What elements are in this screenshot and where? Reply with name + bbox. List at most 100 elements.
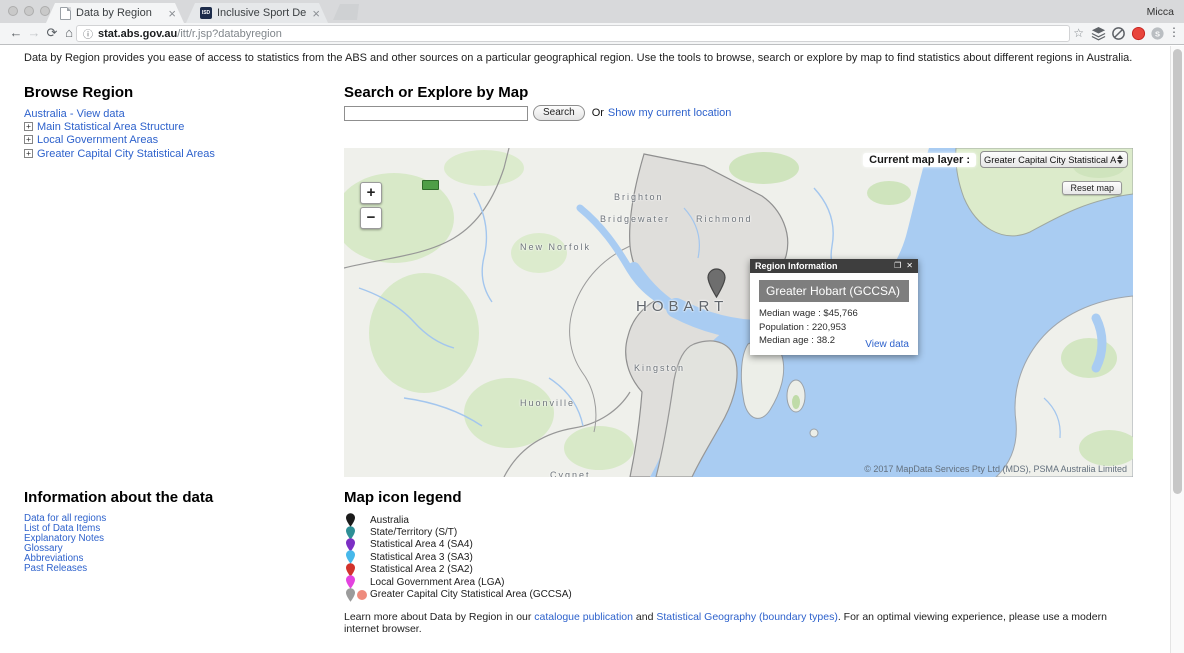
legend-label: Statistical Area 3 (SA3)	[370, 551, 473, 563]
map-label-bridgewater: Bridgewater	[600, 214, 671, 224]
zoom-in-button[interactable]: +	[360, 182, 382, 204]
legend-row-sa2: Statistical Area 2 (SA2)	[344, 563, 572, 577]
tree-item-greater-capital-city-statistical-areas[interactable]: Greater Capital City Statistical Areas	[37, 148, 215, 160]
info-section-title: Information about the data	[24, 489, 214, 506]
back-icon[interactable]: ←	[8, 25, 24, 40]
skype-extension-icon[interactable]: S	[1150, 26, 1165, 41]
legend-row-gccsa: Greater Capital City Statistical Area (G…	[344, 587, 572, 602]
bookmark-star-icon[interactable]: ☆	[1073, 26, 1084, 40]
reset-map-button[interactable]: Reset map	[1062, 181, 1122, 195]
region-information-popup: Region Information ❐ ✕ Greater Hobart (G…	[750, 259, 918, 355]
footer-mid: and	[632, 611, 657, 623]
tree-row: + Greater Capital City Statistical Areas	[24, 148, 215, 161]
new-tab-button[interactable]	[333, 4, 359, 20]
tab-strip: Data by Region × ISD Inclusive Sport Des…	[0, 0, 1184, 23]
map-zoom-control: + −	[360, 182, 382, 232]
tree-row: + Local Government Areas	[24, 134, 215, 147]
layers-extension-icon[interactable]	[1091, 26, 1106, 41]
legend-label: Local Government Area (LGA)	[370, 576, 505, 588]
footer-pre: Learn more about Data by Region in our	[344, 611, 535, 623]
legend-label: State/Territory (S/T)	[370, 527, 458, 539]
map-layer-select[interactable]: Greater Capital City Statistical Areas	[980, 151, 1128, 168]
map-base-art	[344, 148, 1133, 477]
reload-icon[interactable]: ⟳	[44, 25, 60, 41]
search-button[interactable]: Search	[533, 105, 585, 121]
map-icon-legend: Australia State/Territory (S/T) Statisti…	[344, 513, 572, 602]
tree-row: + Main Statistical Area Structure	[24, 121, 215, 134]
window-minimize-button[interactable]	[24, 6, 34, 16]
search-title: Search or Explore by Map	[344, 84, 529, 101]
expand-icon[interactable]: +	[24, 135, 33, 145]
popup-close-icon[interactable]: ✕	[906, 262, 913, 270]
site-info-icon[interactable]: ⓘ	[83, 26, 93, 41]
map-label-new-norfolk: New Norfolk	[520, 242, 592, 252]
close-tab-icon[interactable]: ×	[168, 7, 176, 20]
url-host: stat.abs.gov.au	[98, 27, 178, 40]
map-layer-control: Current map layer : Greater Capital City…	[863, 151, 1128, 168]
map-layer-label: Current map layer :	[863, 152, 976, 167]
map-layer-value: Greater Capital City Statistical Areas	[984, 154, 1116, 165]
gccsa-map-pin-icon[interactable]	[707, 268, 726, 303]
expand-icon[interactable]: +	[24, 148, 33, 158]
link-past-releases[interactable]: Past Releases	[24, 563, 87, 574]
pin-gccsa-icon	[346, 587, 355, 602]
blocker-extension-icon[interactable]	[1111, 26, 1126, 41]
map-label-brighton: Brighton	[614, 192, 664, 202]
legend-label: Australia	[370, 514, 409, 526]
popup-population: Population : 220,953	[759, 321, 847, 333]
map-canvas[interactable]: Brighton Bridgewater Richmond New Norfol…	[344, 148, 1133, 477]
view-data-link[interactable]: View data	[865, 339, 909, 350]
expand-icon[interactable]: +	[24, 122, 33, 132]
road-shield-icon	[422, 180, 439, 190]
red-extension-icon[interactable]	[1131, 26, 1146, 41]
search-input[interactable]	[344, 105, 528, 121]
s-badge: S	[1155, 29, 1160, 38]
map-label-huonville: Huonville	[520, 398, 576, 408]
home-icon[interactable]: ⌂	[61, 25, 77, 40]
url-bar[interactable]: ⓘ stat.abs.gov.au/itt/r.jsp?databyregion	[76, 25, 1070, 42]
zoom-out-button[interactable]: −	[360, 207, 382, 229]
popup-median-wage: Median wage : $45,766	[759, 308, 858, 319]
legend-row-sa3: Statistical Area 3 (SA3)	[344, 550, 572, 565]
browser-toolbar: ← → ⟳ ⌂ ⓘ stat.abs.gov.au/itt/r.jsp?data…	[0, 23, 1184, 45]
popup-maximize-icon[interactable]: ❐	[894, 262, 901, 270]
isd-favicon: ISD	[200, 7, 212, 19]
window-zoom-button[interactable]	[40, 6, 50, 16]
catalogue-publication-link[interactable]: catalogue publication	[534, 611, 633, 623]
legend-row-lga: Local Government Area (LGA)	[344, 575, 572, 589]
australia-view-data-link[interactable]: Australia - View data	[24, 108, 125, 120]
map-label-kingston: Kingston	[634, 363, 686, 373]
legend-row-australia: Australia	[344, 513, 572, 527]
legend-row-sa4: Statistical Area 4 (SA4)	[344, 538, 572, 552]
intro-text: Data by Region provides you ease of acce…	[24, 52, 1133, 64]
tab-inclusive-sport-design[interactable]: ISD Inclusive Sport Design | Helpin ×	[186, 3, 328, 23]
gccsa-region-dot-icon	[357, 589, 367, 600]
map-copyright: © 2017 MapData Services Pty Ltd (MDS), P…	[864, 464, 1127, 474]
page-icon	[60, 7, 71, 20]
popup-title-bar[interactable]: Region Information ❐ ✕	[750, 259, 918, 273]
tree-item-local-government-areas[interactable]: Local Government Areas	[37, 134, 158, 146]
tab-title: Data by Region	[76, 7, 152, 19]
popup-region-name: Greater Hobart (GCCSA)	[759, 280, 909, 302]
footer-text: Learn more about Data by Region in our c…	[344, 611, 1144, 635]
legend-title: Map icon legend	[344, 489, 462, 506]
profile-name[interactable]: Micca	[1147, 6, 1174, 18]
map-label-richmond: Richmond	[696, 214, 753, 224]
close-tab-icon[interactable]: ×	[312, 7, 320, 20]
tab-data-by-region[interactable]: Data by Region ×	[46, 3, 184, 23]
or-text: Or	[591, 107, 604, 119]
statistical-geography-link[interactable]: Statistical Geography (boundary types)	[656, 611, 838, 623]
browse-region-tree: Australia - View data + Main Statistical …	[24, 108, 215, 161]
legend-label: Statistical Area 2 (SA2)	[370, 564, 473, 576]
popup-title: Region Information	[755, 261, 838, 271]
show-current-location-link[interactable]: Show my current location	[608, 107, 732, 119]
page-scrollbar[interactable]	[1170, 46, 1184, 653]
window-close-button[interactable]	[8, 6, 18, 16]
browser-menu-icon[interactable]: ⋮	[1168, 25, 1180, 39]
tree-row: Australia - View data	[24, 108, 215, 121]
tab-title: Inclusive Sport Design | Helpin	[217, 7, 307, 19]
info-links: Data for all regions List of Data Items …	[24, 514, 106, 574]
tree-item-main-statistical-area-structure[interactable]: Main Statistical Area Structure	[37, 121, 184, 133]
scrollbar-thumb[interactable]	[1173, 49, 1182, 494]
search-bar: Search Or Show my current location	[344, 105, 731, 121]
